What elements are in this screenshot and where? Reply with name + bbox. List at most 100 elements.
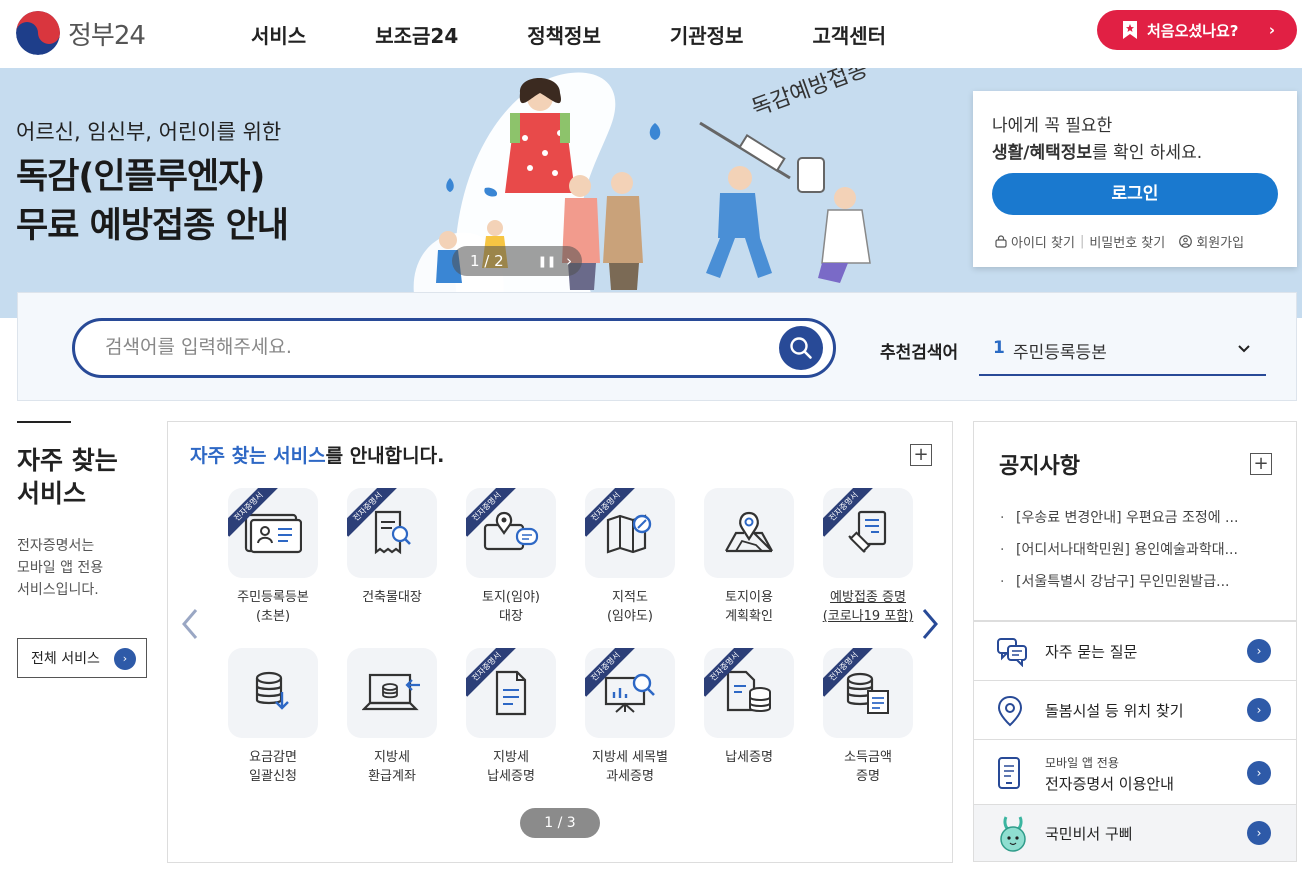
service-item[interactable]: 전자증명서 토지(임야) 대장 xyxy=(456,488,566,626)
banner-title-line2: 무료 예방접종 안내 xyxy=(16,206,289,246)
service-label-line2: 납세증명 xyxy=(487,769,535,784)
notice-more-plus-icon[interactable]: + xyxy=(1250,453,1272,475)
service-label-line1: 납세증명 xyxy=(725,750,773,765)
quick-link-care-facility[interactable]: 돌봄시설 등 위치 찾기 › xyxy=(973,680,1297,740)
nav-subsidy24[interactable]: 보조금24 xyxy=(375,20,458,49)
quick-link-gubbi[interactable]: 국민비서 구삐 › xyxy=(973,804,1297,862)
nav-customer-center[interactable]: 고객센터 xyxy=(812,20,886,49)
prev-arrow-icon[interactable] xyxy=(178,606,202,642)
logo[interactable]: 정부24 xyxy=(16,11,146,55)
all-services-button[interactable]: 전체 서비스 › xyxy=(17,638,147,678)
notice-item[interactable]: [서울특별시 강남구] 무인민원발급... xyxy=(1000,566,1290,598)
main-nav: 서비스 보조금24 정책정보 기관정보 고객센터 xyxy=(251,20,955,49)
intro-desc-line3: 서비스입니다. xyxy=(17,582,99,598)
recommended-search-select[interactable]: 1 주민등록등본 xyxy=(979,326,1266,376)
recommended-search-label: 추천검색어 xyxy=(880,343,959,363)
service-label-line1: 지방세 세목별 xyxy=(592,750,668,765)
quick-link-mobile-certificate[interactable]: 모바일 앱 전용 전자증명서 이용안내 › xyxy=(973,739,1297,805)
database-download-icon xyxy=(228,648,318,738)
chevron-right-icon: › xyxy=(1247,698,1271,722)
frequent-services-panel: 자주 찾는 서비스를 안내합니다. + 전자증명서 주민등록등본 (초본) 전자증… xyxy=(167,421,953,863)
service-label-line1: 건축물대장 xyxy=(362,590,422,605)
service-label: 지방세 납세증명 xyxy=(456,748,566,786)
search-icon xyxy=(790,337,812,359)
login-message-2: 생활/혜택정보를 확인 하세요. xyxy=(992,138,1202,163)
vaccine-icon: 전자증명서 xyxy=(823,488,913,578)
taegeuk-logo-icon xyxy=(16,11,60,55)
notice-item[interactable]: [우송료 변경안내] 우편요금 조정에 ... xyxy=(1000,502,1290,534)
service-item[interactable]: 전자증명서 예방접종 증명 (코로나19 포함) xyxy=(813,488,923,626)
document-coins-icon: 전자증명서 xyxy=(704,648,794,738)
service-label: 건축물대장 xyxy=(337,588,447,607)
recommended-rank: 1 xyxy=(993,338,1005,358)
search-area: 추천검색어 1 주민등록등본 xyxy=(17,292,1297,401)
services-title-highlight: 자주 찾는 서비스 xyxy=(190,445,326,467)
service-item[interactable]: 전자증명서 납세증명 xyxy=(694,648,804,767)
notice-item[interactable]: [어디서나대학민원] 용인예술과학대... xyxy=(1000,534,1290,566)
intro-divider xyxy=(17,421,71,423)
vaccination-illustration: 독감예방접종 xyxy=(413,68,872,318)
banner-title: 독감(인플루엔자) 무료 예방접종 안내 xyxy=(16,153,289,251)
intro-title-line2: 서비스 xyxy=(17,479,87,508)
chat-bubbles-icon xyxy=(997,638,1027,667)
notice-panel: 공지사항 + [우송료 변경안내] 우편요금 조정에 ... [어디서나대학민원… xyxy=(973,421,1297,621)
login-button[interactable]: 로그인 xyxy=(992,173,1278,215)
first-visit-label: 처음오셨나요? xyxy=(1147,21,1239,40)
service-label-line1: 소득금액 xyxy=(844,750,892,765)
chevron-right-icon: › xyxy=(114,648,136,670)
search-input[interactable] xyxy=(105,336,755,358)
service-label-line1: 토지(임야) xyxy=(482,590,540,605)
chevron-down-icon[interactable] xyxy=(1236,340,1252,356)
service-label-line2: (임야도) xyxy=(606,609,654,624)
gubbi-mascot-icon xyxy=(1000,816,1026,852)
search-box xyxy=(72,318,836,378)
service-label: 지방세 세목별 과세증명 xyxy=(575,748,685,786)
notice-list: [우송료 변경안내] 우편요금 조정에 ... [어디서나대학민원] 용인예술과… xyxy=(1000,502,1290,598)
coins-document-icon: 전자증명서 xyxy=(823,648,913,738)
service-label-line2: (코로나19 포함) xyxy=(822,609,914,624)
login-message-1: 나에게 꼭 필요한 xyxy=(992,116,1113,136)
service-item[interactable]: 전자증명서 지적도 (임야도) xyxy=(575,488,685,626)
service-item[interactable]: 전자증명서 건축물대장 xyxy=(337,488,447,607)
intro-title-line1: 자주 찾는 xyxy=(17,446,118,475)
intro-title: 자주 찾는 서비스 xyxy=(17,444,118,510)
service-item[interactable]: 요금감면 일괄신청 xyxy=(218,648,328,786)
service-label: 토지(임야) 대장 xyxy=(456,588,566,626)
nav-policy-info[interactable]: 정책정보 xyxy=(527,20,601,49)
find-id-link[interactable]: 아이디 찾기 xyxy=(1011,232,1075,251)
nav-service[interactable]: 서비스 xyxy=(251,20,306,49)
login-message-rest: 를 확인 하세요. xyxy=(1092,143,1203,163)
banner-art-text: 독감예방접종 xyxy=(749,68,872,122)
services-pager: 1 / 3 xyxy=(520,808,600,838)
quick-link-faq[interactable]: 자주 묻는 질문 › xyxy=(973,621,1297,681)
service-label-line1: 지적도 xyxy=(612,590,648,605)
service-label-line2: (초본) xyxy=(255,609,291,624)
nav-agency-info[interactable]: 기관정보 xyxy=(670,20,744,49)
search-button[interactable] xyxy=(779,326,823,370)
service-label-line1: 지방세 xyxy=(374,750,410,765)
service-item[interactable]: 토지이용 계획확인 xyxy=(694,488,804,626)
land-chat-icon: 전자증명서 xyxy=(466,488,556,578)
service-item[interactable]: 전자증명서 지방세 납세증명 xyxy=(456,648,566,786)
lock-icon xyxy=(995,235,1007,248)
service-item[interactable]: 지방세환급계좌 xyxy=(337,648,447,786)
service-item[interactable]: 전자증명서 소득금액 증명 xyxy=(813,648,923,786)
service-label-line2: 환급계좌 xyxy=(368,769,416,784)
service-item[interactable]: 전자증명서 지방세 세목별 과세증명 xyxy=(575,648,685,786)
find-password-link[interactable]: 비밀번호 찾기 xyxy=(1089,232,1165,251)
banner-slide-control: 1 / 2 ❚❚ › xyxy=(452,246,582,276)
first-visit-button[interactable]: 처음오셨나요? › xyxy=(1097,10,1297,50)
recommended-term[interactable]: 주민등록등본 xyxy=(1013,338,1107,363)
service-label-line1: 요금감면 xyxy=(249,750,297,765)
services-more-plus-icon[interactable]: + xyxy=(910,444,932,466)
map-pin-icon xyxy=(704,488,794,578)
chevron-right-icon: › xyxy=(1247,821,1271,845)
intro-description: 전자증명서는 모바일 앱 전용 서비스입니다. xyxy=(17,535,103,601)
service-item[interactable]: 전자증명서 주민등록등본 (초본) xyxy=(218,488,328,626)
signup-link[interactable]: 회원가입 xyxy=(1196,232,1244,251)
service-label: 소득금액 증명 xyxy=(813,748,923,786)
divider: | xyxy=(1079,234,1085,249)
mobile-app-only-label: 모바일 앱 전용 xyxy=(1045,756,1119,770)
next-slide-icon[interactable]: › xyxy=(566,252,572,270)
pause-icon[interactable]: ❚❚ xyxy=(538,255,556,268)
